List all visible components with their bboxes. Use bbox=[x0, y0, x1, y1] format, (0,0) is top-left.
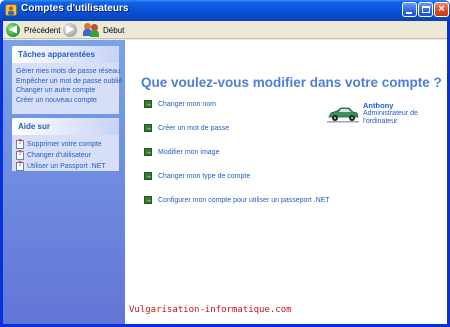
title-bar[interactable]: Comptes d'utilisateurs × bbox=[0, 0, 450, 21]
home-button[interactable]: Début bbox=[83, 22, 124, 38]
choice-label: Créer un mot de passe bbox=[158, 124, 230, 132]
minimize-button[interactable] bbox=[402, 2, 417, 17]
help-icon bbox=[16, 150, 24, 160]
task-link-change-other-account[interactable]: Changer un autre compte bbox=[16, 86, 119, 96]
user-card: Anthony Administrateur de l'ordinateur bbox=[327, 101, 442, 141]
choice-label: Modifier mon image bbox=[158, 148, 220, 156]
help-link-passport[interactable]: Utiliser un Passport .NET bbox=[16, 161, 119, 172]
help-icon bbox=[16, 139, 24, 149]
back-button[interactable]: ◀ Précédent ▼ bbox=[6, 22, 69, 38]
help-icon bbox=[16, 161, 24, 171]
help-link-label: Utiliser un Passport .NET bbox=[27, 163, 106, 170]
help-panel: Aide sur Supprimer votre compte Changer … bbox=[12, 118, 119, 171]
main-area: Que voulez-vous modifier dans votre comp… bbox=[125, 40, 447, 324]
close-button[interactable]: × bbox=[434, 2, 449, 17]
choice-label: Changer mon type de compte bbox=[158, 172, 251, 180]
task-link-create-account[interactable]: Créer un nouveau compte bbox=[16, 96, 119, 106]
green-arrow-icon: → bbox=[144, 196, 152, 204]
user-accounts-app-icon bbox=[5, 4, 17, 16]
choice-change-account-type[interactable]: → Changer mon type de compte bbox=[144, 172, 250, 180]
home-label: Début bbox=[103, 25, 125, 35]
user-role: Administrateur de l'ordinateur bbox=[363, 110, 418, 125]
page-title: Que voulez-vous modifier dans votre comp… bbox=[141, 75, 442, 90]
help-link-switch-user[interactable]: Changer d'utilisateur bbox=[16, 150, 119, 161]
window: Comptes d'utilisateurs × ◀ Précédent ▼ ▶… bbox=[0, 0, 450, 327]
window-content: ◀ Précédent ▼ ▶ Début Tâches apparentées… bbox=[3, 21, 447, 324]
green-arrow-icon: → bbox=[144, 172, 152, 180]
forward-button[interactable]: ▶ bbox=[63, 22, 77, 38]
maximize-button[interactable] bbox=[418, 2, 433, 17]
minimize-icon bbox=[406, 12, 412, 14]
choice-change-name[interactable]: → Changer mon nom bbox=[144, 100, 216, 108]
back-arrow-icon: ◀ bbox=[6, 23, 20, 37]
users-icon bbox=[83, 23, 99, 37]
car-picture-icon bbox=[327, 107, 359, 123]
user-name: Anthony bbox=[363, 101, 394, 110]
task-pane: Tâches apparentées Gérer mes mots de pas… bbox=[3, 40, 125, 324]
watermark-text: Vulgarisation-informatique.com bbox=[129, 305, 292, 315]
green-arrow-icon: → bbox=[144, 148, 152, 156]
task-link-forgotten-password[interactable]: Empêcher un mot de passe oublié bbox=[16, 77, 122, 87]
back-label: Précédent bbox=[24, 25, 61, 35]
choice-create-password[interactable]: → Créer un mot de passe bbox=[144, 124, 229, 132]
help-link-delete-account[interactable]: Supprimer votre compte bbox=[16, 139, 119, 150]
related-tasks-panel: Tâches apparentées Gérer mes mots de pas… bbox=[12, 46, 122, 114]
help-title[interactable]: Aide sur bbox=[12, 118, 119, 135]
forward-arrow-icon: ▶ bbox=[63, 23, 77, 37]
choice-label: Configurer mon compte pour utiliser un p… bbox=[158, 196, 330, 204]
green-arrow-icon: → bbox=[144, 124, 152, 132]
toolbar: ◀ Précédent ▼ ▶ Début bbox=[3, 21, 447, 39]
maximize-icon bbox=[422, 6, 430, 13]
task-link-manage-passwords[interactable]: Gérer mes mots de passe réseau bbox=[16, 67, 120, 77]
related-tasks-title[interactable]: Tâches apparentées bbox=[12, 46, 119, 63]
close-icon: × bbox=[438, 3, 445, 15]
choice-change-picture[interactable]: → Modifier mon image bbox=[144, 148, 219, 156]
help-link-label: Supprimer votre compte bbox=[27, 141, 102, 148]
choice-configure-passport[interactable]: → Configurer mon compte pour utiliser un… bbox=[144, 196, 330, 204]
choice-label: Changer mon nom bbox=[158, 100, 216, 108]
help-link-label: Changer d'utilisateur bbox=[27, 152, 91, 159]
green-arrow-icon: → bbox=[144, 100, 152, 108]
window-title: Comptes d'utilisateurs bbox=[21, 3, 129, 14]
